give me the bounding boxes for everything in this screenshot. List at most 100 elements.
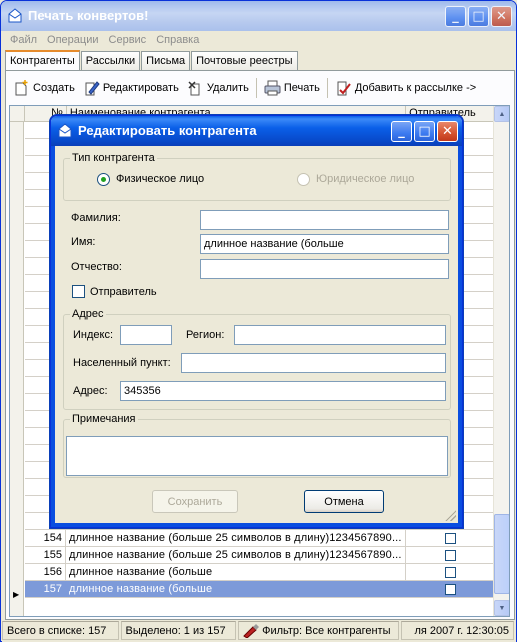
close-button[interactable]: ✕ (491, 6, 512, 27)
envelope-app-icon (8, 8, 22, 23)
row-number: 155 (25, 547, 66, 563)
close-icon: ✕ (442, 124, 453, 139)
tab-letters[interactable]: Письма (141, 51, 191, 70)
first-name-input[interactable]: длинное название (больше (200, 234, 449, 254)
print-button[interactable]: Печать (260, 77, 324, 99)
dialog-frame-bottom (51, 523, 462, 527)
maximize-button[interactable]: □ (468, 6, 489, 27)
dialog-minimize-button[interactable]: _ (391, 121, 412, 142)
row-sender-checkbox[interactable] (444, 532, 456, 544)
create-button[interactable]: Создать (9, 77, 79, 99)
print-label: Печать (283, 82, 320, 94)
row-name: длинное название (больше 25 символов в д… (66, 530, 406, 546)
row-sender-checkbox[interactable] (444, 566, 456, 578)
table-row[interactable]: 157 длинное название (больше (25, 581, 494, 598)
row-sender-cell (406, 530, 494, 546)
radio-legal-entity[interactable] (297, 173, 310, 186)
row-sender-checkbox[interactable] (444, 549, 456, 561)
close-icon: ✕ (496, 9, 507, 24)
edit-label: Редактировать (102, 82, 179, 94)
row-number: 157 (25, 581, 66, 597)
tab-strip: Контрагенты Рассылки Письма Почтовые рее… (5, 50, 299, 71)
locality-input[interactable] (181, 353, 446, 373)
resize-grip-icon[interactable] (444, 509, 456, 521)
region-label: Регион: (186, 329, 225, 341)
save-button[interactable]: Сохранить (152, 490, 238, 513)
row-sender-cell (406, 581, 494, 597)
menubar: Файл Операции Сервис Справка (5, 32, 204, 49)
menu-operations[interactable]: Операции (42, 32, 103, 49)
cancel-button[interactable]: Отмена (304, 490, 384, 513)
status-filter: Фильтр: Все контрагенты (238, 621, 400, 640)
tab-mailings[interactable]: Рассылки (80, 51, 141, 70)
row-name: длинное название (больше (66, 581, 406, 597)
edit-counterparty-dialog: Редактировать контрагента _ □ ✕ Тип конт… (50, 115, 463, 528)
tab-counterparties[interactable]: Контрагенты (5, 50, 80, 70)
radio-legal-entity-label[interactable]: Юридическое лицо (316, 173, 414, 185)
radio-individual-label[interactable]: Физическое лицо (116, 173, 204, 185)
last-name-input[interactable] (200, 210, 449, 230)
row-sender-checkbox[interactable] (444, 583, 456, 595)
sender-checkbox-label[interactable]: Отправитель (90, 286, 157, 298)
envelope-app-icon (58, 123, 72, 138)
delete-button[interactable]: Удалить (183, 77, 253, 99)
row-number: 156 (25, 564, 66, 580)
scroll-thumb[interactable] (494, 514, 509, 594)
address-input[interactable]: 345356 (120, 381, 446, 401)
region-input[interactable] (234, 325, 446, 345)
row-sender-cell (406, 564, 494, 580)
scroll-up-button[interactable]: ▲ (494, 106, 509, 122)
index-input[interactable] (120, 325, 172, 345)
status-filter-text: Фильтр: Все контрагенты (262, 624, 391, 637)
window-title: Печать конвертов! (28, 8, 149, 23)
first-name-label: Имя: (71, 236, 96, 248)
type-group-title: Тип контрагента (70, 152, 157, 164)
vertical-scrollbar[interactable]: ▲ ▼ (493, 106, 509, 616)
notes-textarea[interactable] (66, 436, 448, 476)
patronymic-input[interactable] (200, 259, 449, 279)
address-group: Адрес Индекс: Регион: Населенный пункт: … (63, 308, 451, 410)
status-bar: Всего в списке: 157 Выделено: 1 из 157 Ф… (2, 621, 516, 642)
filter-icon (243, 623, 260, 638)
create-label: Создать (33, 82, 75, 94)
table-row[interactable]: 156 длинное название (больше (25, 564, 494, 581)
minimize-icon: _ (452, 9, 459, 24)
table-row[interactable]: 155 длинное название (больше 25 символов … (25, 547, 494, 564)
minimize-icon: _ (398, 124, 405, 139)
type-group: Тип контрагента Физическое лицо Юридичес… (63, 152, 451, 201)
menu-service[interactable]: Сервис (104, 32, 152, 49)
maximize-icon: □ (418, 124, 431, 139)
add-to-mailing-button[interactable]: Добавить к рассылке -> (331, 77, 480, 99)
address-group-title: Адрес (70, 308, 106, 320)
add-to-mailing-icon (337, 81, 351, 96)
dialog-maximize-button[interactable]: □ (414, 121, 435, 142)
menu-help[interactable]: Справка (151, 32, 204, 49)
locality-label: Населенный пункт: (73, 357, 171, 369)
edit-button[interactable]: Редактировать (79, 77, 183, 99)
toolbar: Создать Редактировать Удалить Печать Доб… (9, 76, 480, 100)
status-total: Всего в списке: 157 (2, 621, 119, 640)
add-to-mailing-label: Добавить к рассылке -> (354, 82, 477, 94)
current-row-pointer-icon: ▶ (13, 590, 20, 599)
grid-header-corner (10, 106, 25, 121)
maximize-icon: □ (472, 9, 485, 24)
dialog-frame-left (51, 146, 55, 527)
printer-icon (264, 80, 281, 96)
address-label: Адрес: (73, 385, 108, 397)
main-titlebar[interactable]: Печать конвертов! _ □ ✕ (1, 1, 516, 31)
dialog-close-button[interactable]: ✕ (437, 121, 458, 142)
dialog-titlebar[interactable]: Редактировать контрагента _ □ ✕ (51, 116, 462, 146)
notes-group-title: Примечания (70, 413, 138, 425)
sender-checkbox[interactable] (72, 285, 85, 298)
scroll-down-button[interactable]: ▼ (494, 600, 509, 616)
notes-group: Примечания (63, 413, 451, 478)
toolbar-separator (326, 78, 328, 98)
tab-postal-registers[interactable]: Почтовые реестры (191, 51, 298, 70)
minimize-button[interactable]: _ (445, 6, 466, 27)
table-row[interactable]: 154 длинное название (больше 25 символов … (25, 530, 494, 547)
delete-document-icon (188, 81, 200, 96)
menu-file[interactable]: Файл (5, 32, 42, 49)
row-number: 154 (25, 530, 66, 546)
radio-individual[interactable] (97, 173, 110, 186)
last-name-label: Фамилия: (71, 212, 121, 224)
